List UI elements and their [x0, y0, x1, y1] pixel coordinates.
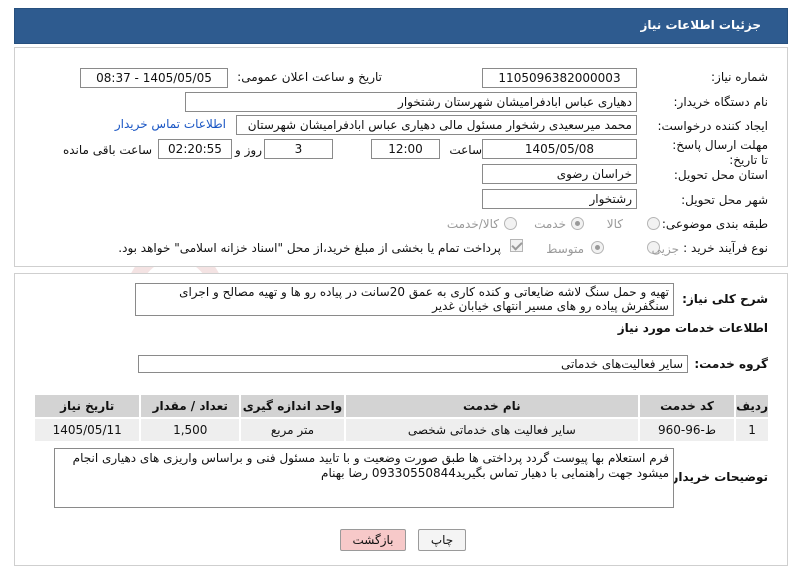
buyer-notes-field: فرم استعلام بها پیوست گردد پرداختی ها طب… [54, 448, 674, 508]
announce-datetime-field: 1405/05/05 - 08:37 [80, 68, 228, 88]
cell-date: 1405/05/11 [32, 417, 142, 443]
deadline-time-field: 12:00 [371, 139, 440, 159]
province-label: استان محل تحویل: [673, 168, 768, 182]
category-radio-goods-service[interactable] [504, 217, 517, 230]
description-field: تهیه و حمل سنگ لاشه ضایعاتی و کنده کاری … [135, 283, 674, 316]
treasury-payment-note: پرداخت تمام یا بخشی از مبلغ خرید،از محل … [118, 241, 501, 255]
category-radio-goods[interactable] [647, 217, 660, 230]
requester-field: محمد میرسعیدی رشخوار مسئول مالی دهیاری ع… [236, 115, 637, 135]
service-group-field: سایر فعالیت‌های خدماتی [138, 355, 688, 373]
buyer-org-label: نام دستگاه خریدار: [673, 95, 769, 109]
deadline-date-field: 1405/05/08 [482, 139, 637, 159]
buyer-contact-link[interactable]: اطلاعات تماس خریدار [115, 117, 226, 131]
services-table: ردیف کد خدمت نام خدمت واحد اندازه گیری ت… [32, 393, 770, 443]
city-label: شهر محل تحویل: [681, 193, 768, 207]
col-unit-header: واحد اندازه گیری [239, 393, 346, 419]
back-button[interactable]: بازگشت [340, 529, 406, 551]
category-option-goods: کالا [606, 217, 623, 231]
buyer-notes-label: توضیحات خریدار: [666, 470, 768, 484]
col-row-header: ردیف [734, 393, 770, 419]
services-section-title: اطلاعات خدمات مورد نیاز [617, 321, 768, 335]
province-field: خراسان رضوی [482, 164, 637, 184]
services-table-header: ردیف کد خدمت نام خدمت واحد اندازه گیری ت… [32, 393, 770, 419]
col-name-header: نام خدمت [343, 393, 640, 419]
deadline-label: مهلت ارسال پاسخ: تا تاریخ: [672, 138, 768, 167]
purchase-radio-medium[interactable] [591, 241, 604, 254]
remaining-label: ساعت باقی مانده [62, 143, 152, 157]
category-radio-service[interactable] [571, 217, 584, 230]
requester-label: ایجاد کننده درخواست: [657, 119, 768, 133]
treasury-checkbox[interactable] [510, 239, 523, 252]
col-qty-header: تعداد / مقدار [139, 393, 242, 419]
category-option-goods-service: کالا/خدمت [446, 217, 499, 231]
col-date-header: تاریخ نیاز [32, 393, 142, 419]
purchase-option-medium: متوسط [546, 242, 584, 256]
service-group-label: گروه خدمت: [694, 357, 768, 371]
cell-name: سایر فعالیت های خدماتی شخصی [343, 417, 640, 443]
col-code-header: کد خدمت [637, 393, 737, 419]
need-number-field: 1105096382000003 [482, 68, 637, 88]
purchase-type-label: نوع فرآیند خرید : [683, 241, 768, 255]
table-row: 1 ط-96-960 سایر فعالیت های خدماتی شخصی م… [32, 417, 770, 443]
category-option-service: خدمت [534, 217, 566, 231]
cell-qty: 1,500 [139, 417, 242, 443]
buyer-org-field: دهیاری عباس ابادفرامیشان شهرستان رشتخوار [185, 92, 637, 112]
page-title: جزئیات اطلاعات نیاز [640, 18, 761, 32]
cell-code: ط-96-960 [637, 417, 737, 443]
remaining-time-field: 02:20:55 [158, 139, 232, 159]
days-label: روز و [235, 143, 262, 157]
description-label: شرح کلی نیاز: [682, 292, 768, 306]
purchase-option-minor: جزیی [651, 242, 679, 256]
need-number-label: شماره نیاز: [711, 70, 768, 84]
category-label: طبقه بندی موضوعی: [661, 217, 768, 231]
cell-row: 1 [734, 417, 770, 443]
print-button[interactable]: چاپ [418, 529, 466, 551]
remaining-days-field: 3 [264, 139, 333, 159]
announce-datetime-label: تاریخ و ساعت اعلان عمومی: [237, 70, 382, 84]
city-field: رشتخوار [482, 189, 637, 209]
page-header: جزئیات اطلاعات نیاز [14, 8, 788, 44]
cell-unit: متر مربع [239, 417, 346, 443]
deadline-time-label: ساعت [449, 143, 482, 157]
